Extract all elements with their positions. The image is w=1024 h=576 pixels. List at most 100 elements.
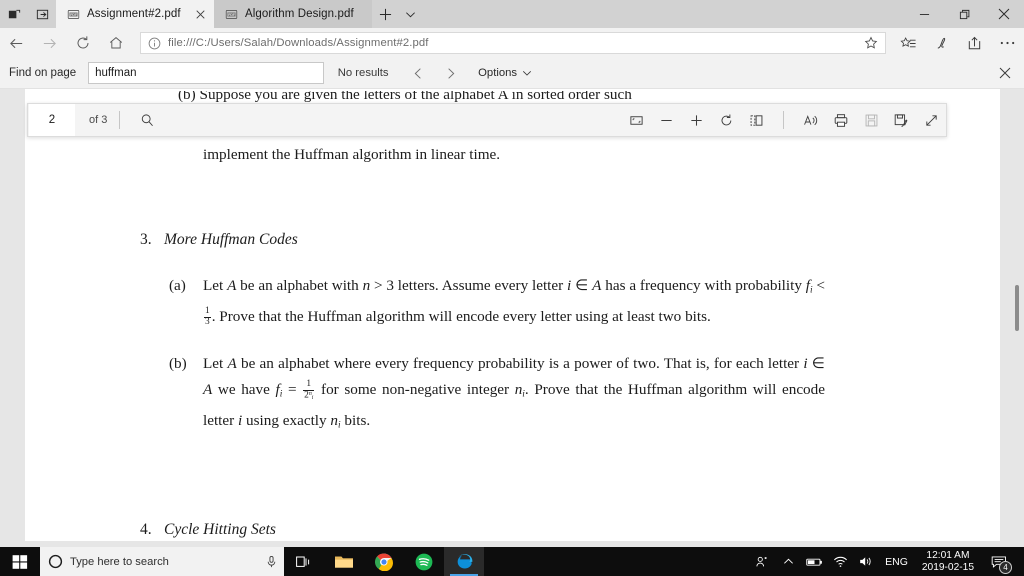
q3a-in: ∈ [571,277,593,294]
clock-date: 2019-02-15 [921,561,974,573]
navigation-bar: file:///C:/Users/Salah/Downloads/Assignm… [0,28,1024,58]
pdf-fit-page-button[interactable] [621,104,651,136]
refresh-button[interactable] [66,28,99,58]
vertical-scrollbar[interactable] [1010,89,1024,547]
tab-bar: PDF Assignment#2.pdf PDF Algorithm Desig… [0,0,1024,28]
print-icon [834,113,848,127]
pdf-page: (b) Suppose you are given the letters of… [25,89,1000,541]
pdf-rotate-button[interactable] [711,104,741,136]
maximize-button[interactable] [944,0,984,28]
address-bar[interactable]: file:///C:/Users/Salah/Downloads/Assignm… [140,32,886,54]
forward-button[interactable] [33,28,66,58]
q3b-fraction-one-over-two-to-ni: 1 2ni [303,379,315,401]
pdf-page-layout-button[interactable] [741,104,771,136]
language-indicator[interactable]: ENG [879,556,914,568]
home-button[interactable] [99,28,132,58]
spotify-icon [415,553,433,570]
find-input[interactable] [95,67,318,79]
q3a-t7: encode every letter using at least two b… [456,307,711,325]
pdf-page-count: of 3 [89,114,108,126]
q3b-A2: A [203,381,213,398]
find-previous-button[interactable] [402,61,434,85]
question-3-number: 3. [140,231,152,248]
svg-text:PDF: PDF [70,13,77,17]
pdf-read-aloud-button[interactable] [796,104,826,136]
q3b-t3: That is, for each letter [663,355,804,372]
q3b-frac-num: 1 [303,379,315,391]
start-button[interactable] [0,547,40,576]
set-tabs-aside-icon[interactable] [0,0,28,28]
pdf-viewer[interactable]: (b) Suppose you are given the letters of… [0,89,1024,547]
back-button[interactable] [0,28,33,58]
find-close-button[interactable] [990,61,1020,85]
pdf-glyph: PDF [225,9,237,19]
question-3b-label: (b) [169,355,187,372]
pdf-save-as-button[interactable] [886,104,916,136]
toolbar-separator-2 [783,111,784,129]
taskbar-app-spotify[interactable] [404,547,444,576]
task-view-button[interactable] [284,547,324,576]
windows-logo-icon [12,554,28,569]
volume-icon[interactable] [853,547,879,576]
taskbar-app-file-explorer[interactable] [324,547,364,576]
find-options-button[interactable]: Options [478,67,532,79]
taskbar-app-google-chrome[interactable] [364,547,404,576]
question-3b: (b) Let A be an alphabet where every fre… [169,351,825,438]
pdf-search-button[interactable] [132,104,162,136]
tabs-set-aside-icon[interactable] [28,0,56,28]
find-next-button[interactable] [434,61,466,85]
chevron-right-icon [447,67,455,79]
taskbar-search-box[interactable]: Type here to search [40,547,284,576]
address-url: file:///C:/Users/Salah/Downloads/Assignm… [168,37,429,49]
tab-algorithm-design[interactable]: PDF Algorithm Design.pdf [214,0,372,28]
pdf-fullscreen-button[interactable] [916,104,946,136]
q3a-t3: > 3 letters. Assume every letter [370,277,568,294]
tab-assignment2[interactable]: PDF Assignment#2.pdf [56,0,214,28]
taskbar-empty-area [484,547,749,576]
set-aside-glyph [8,9,20,18]
network-icon[interactable] [827,547,853,576]
people-icon[interactable] [749,547,775,576]
clock[interactable]: 12:01 AM 2019-02-15 [914,550,982,574]
pdf-page-number-input[interactable]: 2 [29,104,75,136]
save-icon [865,114,877,126]
new-tab-icon[interactable] [372,0,398,28]
action-center-badge: 4 [999,561,1012,574]
minimize-button[interactable] [904,0,944,28]
chevron-down-icon[interactable] [398,0,422,28]
pdf-zoom-in-button[interactable] [681,104,711,136]
rotate-icon [721,114,731,125]
fit-to-page-icon [629,115,643,125]
cortana-circle-glyph [48,554,63,569]
chevron-down-icon [523,71,532,76]
action-center-button[interactable]: 4 [982,547,1016,576]
find-input-wrapper[interactable] [88,62,325,84]
scrollbar-thumb[interactable] [1015,285,1019,331]
share-button[interactable] [958,28,991,58]
close-icon[interactable] [192,6,208,22]
favorite-star-icon[interactable] [863,36,879,50]
pdf-print-button[interactable] [826,104,856,136]
find-options-label: Options [478,67,518,79]
hub-button[interactable] [892,28,925,58]
q3b-frac-den: 2ni [303,390,314,401]
pdf-save-button[interactable] [856,104,886,136]
q3b-n2: n [330,411,338,429]
plus-glyph [379,8,391,20]
more-button[interactable] [991,28,1024,58]
web-note-button[interactable] [925,28,958,58]
q3a-frac-num: 1 [204,305,211,318]
show-hidden-icons-button[interactable] [775,547,801,576]
pdf-icon: PDF [224,7,238,21]
taskbar-app-microsoft-edge[interactable] [444,547,484,576]
svg-text:PDF: PDF [228,13,235,17]
microphone-icon[interactable] [265,555,278,568]
system-tray: ENG 12:01 AM 2019-02-15 4 [749,547,1024,576]
q3b-t1: Let [203,355,228,372]
close-button[interactable] [984,0,1024,28]
battery-icon[interactable] [801,547,827,576]
browser-window: PDF Assignment#2.pdf PDF Algorithm Desig… [0,0,1024,576]
pdf-zoom-out-button[interactable] [651,104,681,136]
people-glyph [756,556,767,566]
toolbar-separator [119,111,121,129]
